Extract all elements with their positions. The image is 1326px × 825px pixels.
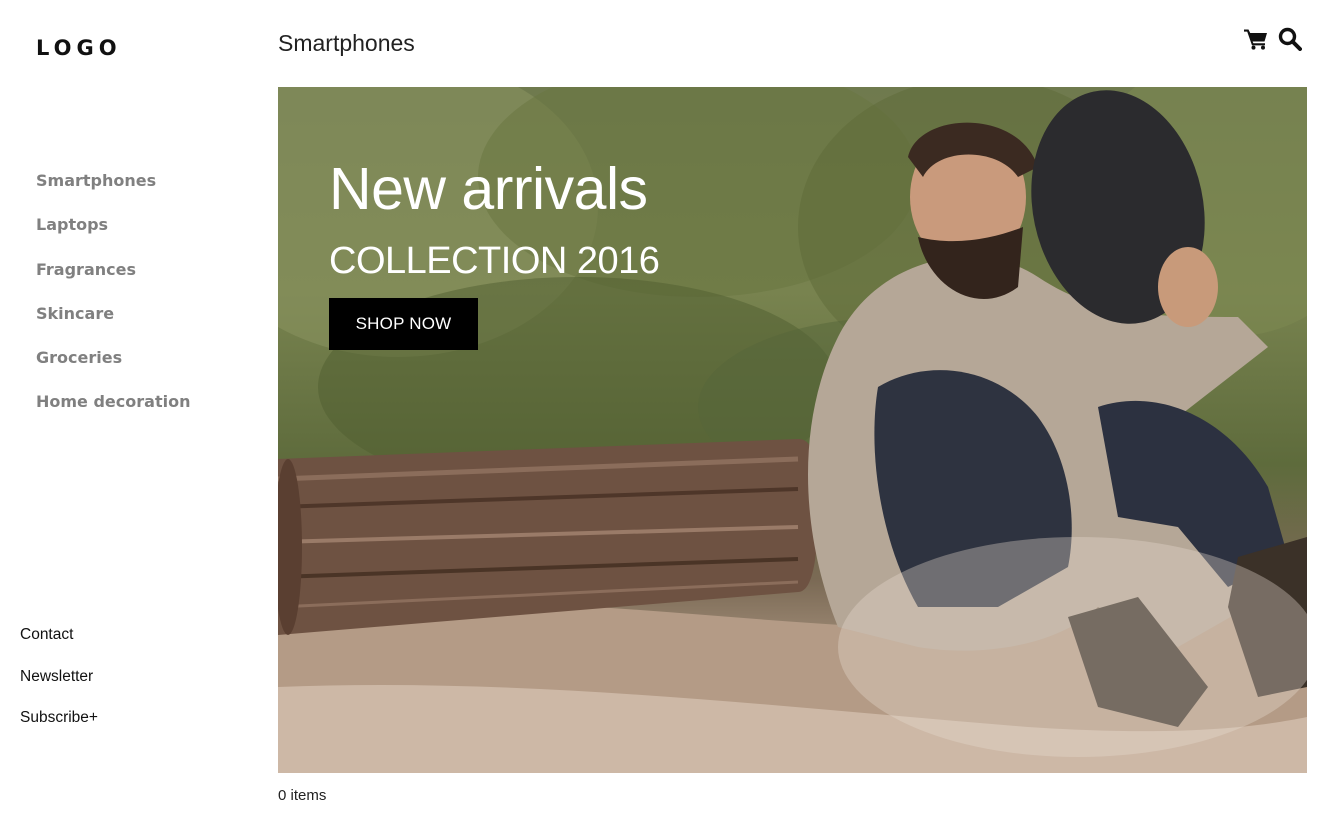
footer-links: Contact Newsletter Subscribe+ <box>20 624 98 749</box>
sidebar-item-home-decoration[interactable]: Home decoration <box>36 391 190 435</box>
hero-banner[interactable]: New arrivals COLLECTION 2016 SHOP NOW <box>278 87 1307 773</box>
sidebar-item-skincare[interactable]: Skincare <box>36 303 190 347</box>
cart-icon[interactable] <box>1244 28 1268 55</box>
sidebar-item-groceries[interactable]: Groceries <box>36 347 190 391</box>
header-icons <box>1244 27 1302 56</box>
sidebar-nav: Smartphones Laptops Fragrances Skincare … <box>36 170 190 436</box>
sidebar-item-laptops[interactable]: Laptops <box>36 214 190 258</box>
shop-now-button[interactable]: SHOP NOW <box>329 298 478 350</box>
item-count: 0 items <box>278 787 327 804</box>
hero-headline: New arrivals <box>329 156 648 222</box>
newsletter-link[interactable]: Newsletter <box>20 666 98 708</box>
contact-link[interactable]: Contact <box>20 624 98 666</box>
sidebar-item-fragrances[interactable]: Fragrances <box>36 259 190 303</box>
logo[interactable]: LOGO <box>36 36 122 60</box>
hero-subheadline: COLLECTION 2016 <box>329 240 660 282</box>
sidebar-item-smartphones[interactable]: Smartphones <box>36 170 190 214</box>
page-title: Smartphones <box>278 30 415 56</box>
search-icon[interactable] <box>1278 27 1302 56</box>
subscribe-link[interactable]: Subscribe+ <box>20 707 98 749</box>
